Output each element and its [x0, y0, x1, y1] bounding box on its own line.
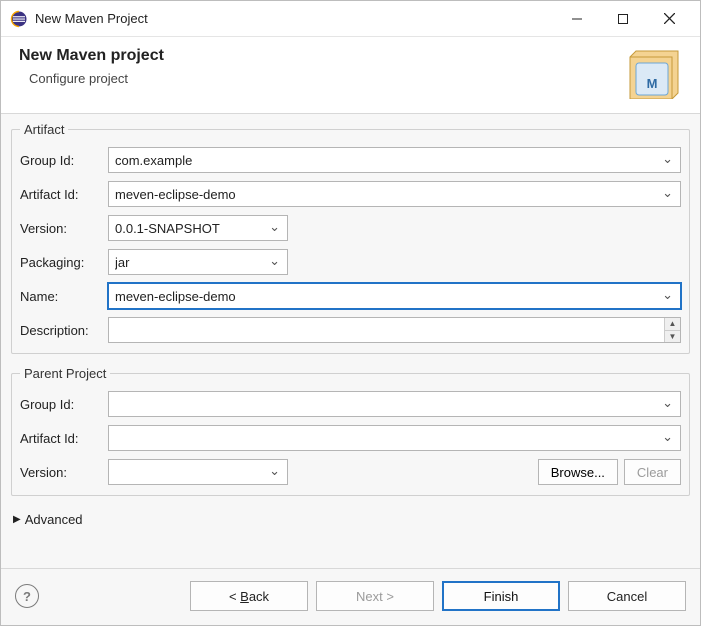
wizard-footer: ? < Back Next > Finish Cancel — [1, 568, 700, 625]
maximize-button[interactable] — [600, 3, 646, 35]
maven-icon: M — [626, 47, 682, 99]
title-bar: New Maven Project — [1, 1, 700, 37]
advanced-label: Advanced — [25, 512, 83, 527]
chevron-right-icon: ▶ — [13, 514, 21, 525]
window-controls — [554, 3, 692, 35]
artifact-group: Artifact Group Id: Artifact Id: Version:… — [11, 122, 690, 354]
name-input[interactable] — [108, 283, 681, 309]
window-title: New Maven Project — [35, 11, 554, 26]
version-input[interactable] — [108, 215, 288, 241]
wizard-content: Artifact Group Id: Artifact Id: Version:… — [1, 114, 700, 568]
artifact-legend: Artifact — [20, 122, 68, 137]
description-input[interactable] — [108, 317, 681, 343]
description-down-button[interactable]: ▼ — [664, 331, 680, 343]
banner-heading: New Maven project — [19, 47, 626, 65]
artifact-id-input[interactable] — [108, 181, 681, 207]
minimize-button[interactable] — [554, 3, 600, 35]
clear-button[interactable]: Clear — [624, 459, 681, 485]
parent-artifact-id-label: Artifact Id: — [20, 431, 102, 446]
artifact-id-label: Artifact Id: — [20, 187, 102, 202]
packaging-input[interactable] — [108, 249, 288, 275]
help-icon: ? — [23, 589, 31, 604]
description-label: Description: — [20, 323, 102, 338]
help-button[interactable]: ? — [15, 584, 39, 608]
svg-text:M: M — [647, 76, 658, 91]
packaging-label: Packaging: — [20, 255, 102, 270]
wizard-banner: New Maven project Configure project M — [1, 37, 700, 114]
eclipse-icon — [9, 10, 27, 28]
parent-project-group: Parent Project Group Id: Artifact Id: Ve… — [11, 366, 690, 496]
group-id-label: Group Id: — [20, 153, 102, 168]
parent-group-id-input[interactable] — [108, 391, 681, 417]
finish-button[interactable]: Finish — [442, 581, 560, 611]
description-spinner: ▲ ▼ — [664, 318, 680, 342]
browse-button[interactable]: Browse... — [538, 459, 618, 485]
cancel-button[interactable]: Cancel — [568, 581, 686, 611]
name-label: Name: — [20, 289, 102, 304]
description-up-button[interactable]: ▲ — [664, 318, 680, 331]
next-button[interactable]: Next > — [316, 581, 434, 611]
group-id-input[interactable] — [108, 147, 681, 173]
close-button[interactable] — [646, 3, 692, 35]
parent-version-label: Version: — [20, 465, 102, 480]
parent-version-input[interactable] — [108, 459, 288, 485]
version-label: Version: — [20, 221, 102, 236]
parent-group-id-label: Group Id: — [20, 397, 102, 412]
back-button[interactable]: < Back — [190, 581, 308, 611]
parent-artifact-id-input[interactable] — [108, 425, 681, 451]
banner-subtitle: Configure project — [19, 71, 626, 86]
advanced-toggle[interactable]: ▶ Advanced — [11, 508, 690, 531]
parent-legend: Parent Project — [20, 366, 110, 381]
